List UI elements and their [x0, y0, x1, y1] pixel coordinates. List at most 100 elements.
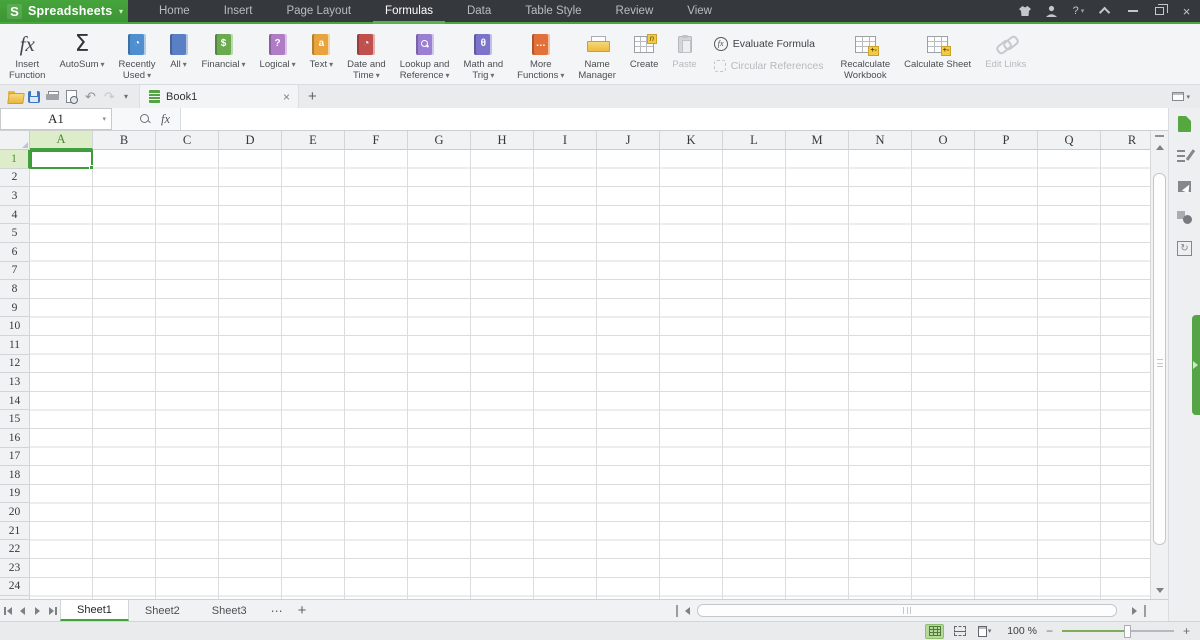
- name-manager-button[interactable]: NameManager: [571, 24, 623, 84]
- row-header-16[interactable]: 16: [0, 429, 30, 448]
- recently-used-button[interactable]: ◔ RecentlyUsed: [112, 24, 163, 84]
- horizontal-split-handle[interactable]: [676, 605, 678, 617]
- row-header-9[interactable]: 9: [0, 299, 30, 318]
- vertical-scrollbar-thumb[interactable]: [1153, 173, 1166, 545]
- evaluate-formula-button[interactable]: fx Evaluate Formula: [714, 37, 824, 51]
- create-names-button[interactable]: n Create: [623, 24, 666, 84]
- text-button[interactable]: a Text: [303, 24, 340, 84]
- row-header-10[interactable]: 10: [0, 317, 30, 336]
- row-header-19[interactable]: 19: [0, 485, 30, 504]
- row-header-2[interactable]: 2: [0, 169, 30, 188]
- document-tab-book1[interactable]: Book1 ×: [139, 85, 299, 108]
- menu-tab-table-style[interactable]: Table Style: [508, 0, 598, 22]
- refresh-pane-button[interactable]: ↻: [1176, 239, 1194, 257]
- column-header-i[interactable]: I: [534, 131, 597, 150]
- row-header-12[interactable]: 12: [0, 355, 30, 374]
- undo-button[interactable]: ↶: [81, 87, 100, 107]
- file-pane-button[interactable]: [1176, 115, 1194, 133]
- horizontal-scrollbar-thumb[interactable]: [697, 604, 1117, 617]
- minimize-icon[interactable]: [1119, 0, 1146, 22]
- logical-button[interactable]: ? Logical: [253, 24, 303, 84]
- menu-tab-insert[interactable]: Insert: [207, 0, 270, 22]
- help-icon[interactable]: ? ▾: [1065, 0, 1092, 22]
- active-cell-selection[interactable]: [30, 150, 93, 169]
- column-header-h[interactable]: H: [471, 131, 534, 150]
- menu-tab-formulas[interactable]: Formulas: [368, 0, 450, 22]
- name-box-caret-icon[interactable]: ▾: [102, 115, 106, 123]
- scroll-right-icon[interactable]: [1132, 607, 1137, 615]
- selection-pane-button[interactable]: [1176, 177, 1194, 195]
- column-header-f[interactable]: F: [345, 131, 408, 150]
- row-header-22[interactable]: 22: [0, 540, 30, 559]
- formula-input[interactable]: [180, 108, 1168, 130]
- column-header-p[interactable]: P: [975, 131, 1038, 150]
- column-header-j[interactable]: J: [597, 131, 660, 150]
- row-header-17[interactable]: 17: [0, 448, 30, 467]
- edit-pane-button[interactable]: [1176, 146, 1194, 164]
- math-and-trig-button[interactable]: θ Math andTrig: [457, 24, 511, 84]
- fill-handle[interactable]: [89, 165, 94, 170]
- zoom-in-button[interactable]: +: [1183, 626, 1190, 636]
- column-header-e[interactable]: E: [282, 131, 345, 150]
- add-sheet-button[interactable]: +: [292, 600, 313, 621]
- app-menu-caret-icon[interactable]: ▾: [119, 7, 123, 16]
- row-header-3[interactable]: 3: [0, 187, 30, 206]
- sheet-tab-sheet2[interactable]: Sheet2: [129, 600, 196, 621]
- column-header-d[interactable]: D: [219, 131, 282, 150]
- insert-function-fx-icon[interactable]: fx: [161, 112, 170, 127]
- collapse-ribbon-icon[interactable]: [1092, 0, 1119, 22]
- vertical-split-handle[interactable]: [1151, 131, 1168, 141]
- column-header-r[interactable]: R: [1101, 131, 1150, 150]
- normal-view-button[interactable]: [925, 624, 944, 639]
- vertical-scrollbar[interactable]: [1150, 131, 1168, 599]
- row-header-8[interactable]: 8: [0, 280, 30, 299]
- column-header-a[interactable]: A: [30, 131, 93, 150]
- column-header-o[interactable]: O: [912, 131, 975, 150]
- column-header-k[interactable]: K: [660, 131, 723, 150]
- date-and-time-button[interactable]: ◔ Date andTime: [340, 24, 393, 84]
- row-header-5[interactable]: 5: [0, 224, 30, 243]
- column-header-g[interactable]: G: [408, 131, 471, 150]
- row-header-24[interactable]: 24: [0, 578, 30, 597]
- app-logo[interactable]: S Spreadsheets ▾: [0, 0, 128, 22]
- row-header-4[interactable]: 4: [0, 206, 30, 225]
- scroll-up-icon[interactable]: [1156, 145, 1164, 150]
- scroll-left-icon[interactable]: [685, 607, 690, 615]
- row-header-13[interactable]: 13: [0, 373, 30, 392]
- last-sheet-button[interactable]: [45, 600, 60, 621]
- row-header-21[interactable]: 21: [0, 522, 30, 541]
- theme-skin-icon[interactable]: [1011, 0, 1038, 22]
- scroll-down-icon[interactable]: [1156, 588, 1164, 593]
- horizontal-split-handle[interactable]: [1144, 605, 1146, 617]
- menu-tab-data[interactable]: Data: [450, 0, 508, 22]
- next-sheet-button[interactable]: [30, 600, 45, 621]
- menu-tab-view[interactable]: View: [670, 0, 729, 22]
- row-header-15[interactable]: 15: [0, 410, 30, 429]
- insert-function-button[interactable]: fx InsertFunction: [2, 24, 52, 84]
- column-header-q[interactable]: Q: [1038, 131, 1101, 150]
- menu-tab-review[interactable]: Review: [599, 0, 671, 22]
- page-break-view-button[interactable]: [950, 624, 969, 639]
- zoom-out-button[interactable]: −: [1046, 626, 1053, 636]
- column-header-n[interactable]: N: [849, 131, 912, 150]
- row-header-7[interactable]: 7: [0, 262, 30, 281]
- print-preview-button[interactable]: [62, 87, 81, 107]
- row-header-25[interactable]: 25: [0, 596, 30, 599]
- menu-tab-page-layout[interactable]: Page Layout: [269, 0, 368, 22]
- column-header-l[interactable]: L: [723, 131, 786, 150]
- autosum-button[interactable]: Σ AutoSum: [52, 24, 111, 84]
- row-header-20[interactable]: 20: [0, 503, 30, 522]
- print-button[interactable]: [43, 87, 62, 107]
- new-document-tab-button[interactable]: +: [299, 88, 326, 105]
- open-file-button[interactable]: [5, 87, 24, 107]
- row-header-23[interactable]: 23: [0, 559, 30, 578]
- column-header-m[interactable]: M: [786, 131, 849, 150]
- more-functions-button[interactable]: … MoreFunctions: [510, 24, 571, 84]
- zoom-formula-icon[interactable]: [140, 114, 151, 125]
- financial-button[interactable]: $ Financial: [195, 24, 253, 84]
- recalculate-workbook-button[interactable]: +- RecalculateWorkbook: [833, 24, 897, 84]
- page-layout-view-button[interactable]: ▾: [975, 624, 994, 639]
- sidebar-expand-handle[interactable]: [1192, 315, 1200, 415]
- save-button[interactable]: [24, 87, 43, 107]
- sheet-tab-sheet1[interactable]: Sheet1: [60, 600, 129, 621]
